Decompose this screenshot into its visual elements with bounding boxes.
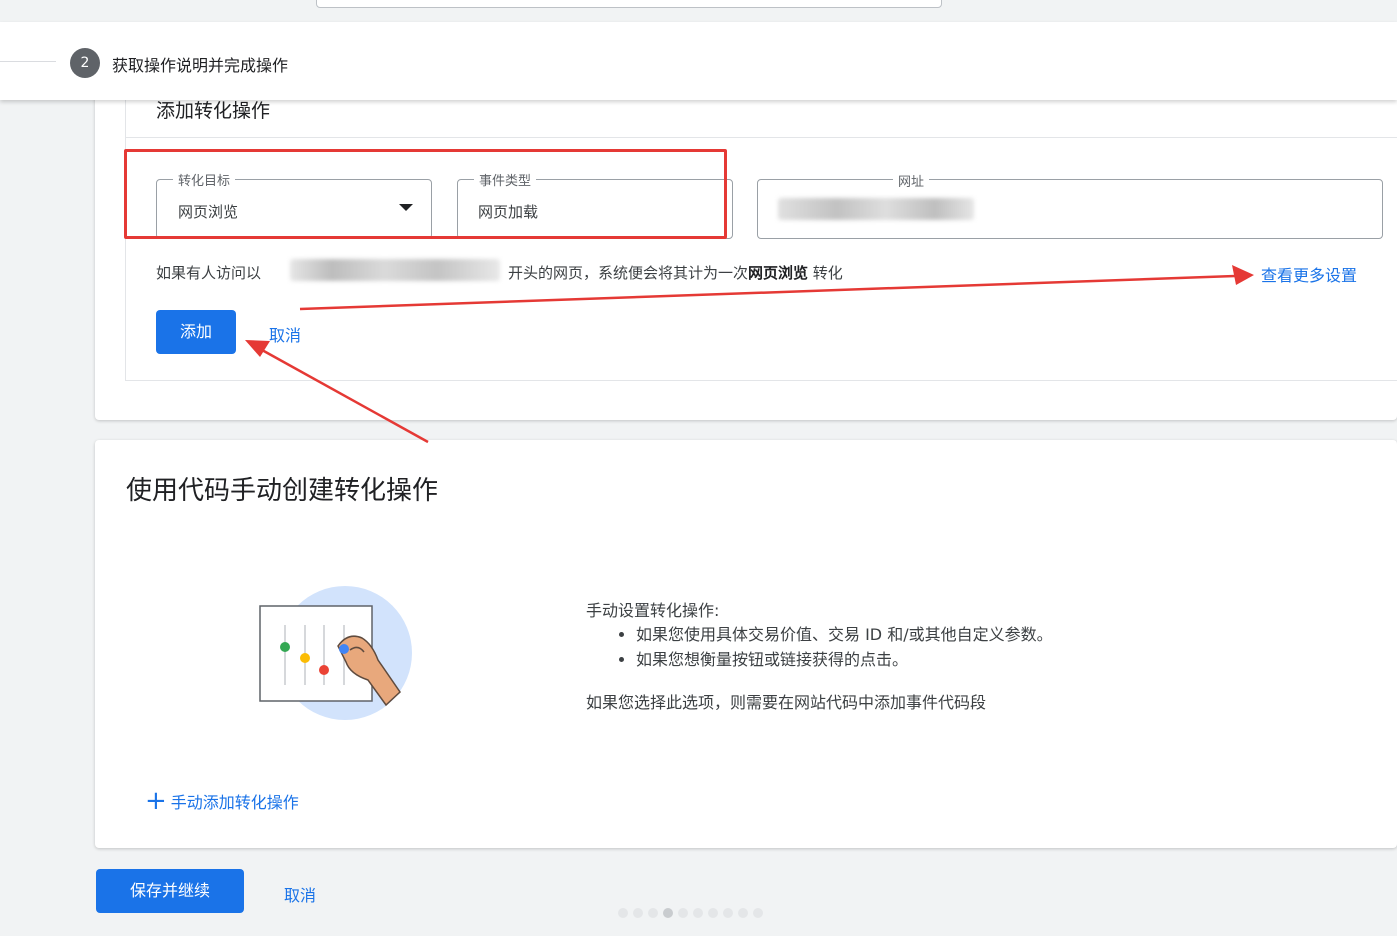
manual-bullet-list: 如果您使用具体交易价值、交易 ID 和/或其他自定义参数。 如果您想衡量按钮或链…: [618, 622, 1053, 672]
manual-card-title: 使用代码手动创建转化操作: [126, 476, 439, 506]
description-after: 开头的网页，系统便会将其计为一次: [508, 264, 749, 282]
carousel-dot[interactable]: [678, 908, 688, 918]
manual-add-link[interactable]: + 手动添加转化操作: [145, 788, 299, 814]
step-connector: [0, 61, 56, 62]
plus-icon[interactable]: +: [145, 788, 167, 814]
carousel-dots: [618, 908, 763, 918]
redacted-url-prefix: [290, 259, 500, 281]
description-before: 如果有人访问以: [156, 264, 262, 282]
url-description-continued: 开头的网页，系统便会将其计为一次网页浏览 转化: [508, 262, 843, 283]
carousel-dot-active[interactable]: [663, 908, 673, 918]
manual-add-label[interactable]: 手动添加转化操作: [171, 789, 299, 813]
step-number-badge: 2: [70, 48, 100, 78]
add-button[interactable]: 添加: [156, 310, 236, 354]
panel-divider: [126, 137, 1397, 138]
top-search-field[interactable]: [316, 0, 942, 8]
carousel-dot[interactable]: [633, 908, 643, 918]
carousel-dot[interactable]: [618, 908, 628, 918]
manual-note: 如果您选择此选项，则需要在网站代码中添加事件代码段: [586, 693, 987, 712]
carousel-dot[interactable]: [693, 908, 703, 918]
url-description: 如果有人访问以: [156, 262, 261, 283]
slider-hand-illustration: [259, 586, 412, 720]
carousel-dot[interactable]: [738, 908, 748, 918]
list-item: 如果您想衡量按钮或链接获得的点击。: [636, 647, 1053, 672]
highlight-annotation-box: [124, 149, 727, 239]
description-end: 转化: [808, 264, 843, 282]
url-field-label: 网址: [893, 171, 930, 190]
carousel-dot[interactable]: [648, 908, 658, 918]
list-item: 如果您使用具体交易价值、交易 ID 和/或其他自定义参数。: [636, 622, 1053, 647]
stepper-bar: 2 获取操作说明并完成操作: [0, 22, 1397, 100]
add-conversion-title: 添加转化操作: [156, 100, 271, 122]
save-continue-button[interactable]: 保存并继续: [96, 869, 244, 913]
manual-intro: 手动设置转化操作:: [586, 601, 720, 620]
more-settings-link[interactable]: 查看更多设置: [1261, 262, 1357, 286]
footer-cancel-link[interactable]: 取消: [284, 882, 316, 906]
step-label: 获取操作说明并完成操作: [112, 56, 289, 75]
redacted-url: [778, 198, 974, 220]
description-bold: 网页浏览: [748, 264, 809, 282]
carousel-dot[interactable]: [753, 908, 763, 918]
carousel-dot[interactable]: [708, 908, 718, 918]
cancel-add-link[interactable]: 取消: [269, 322, 301, 346]
carousel-dot[interactable]: [723, 908, 733, 918]
